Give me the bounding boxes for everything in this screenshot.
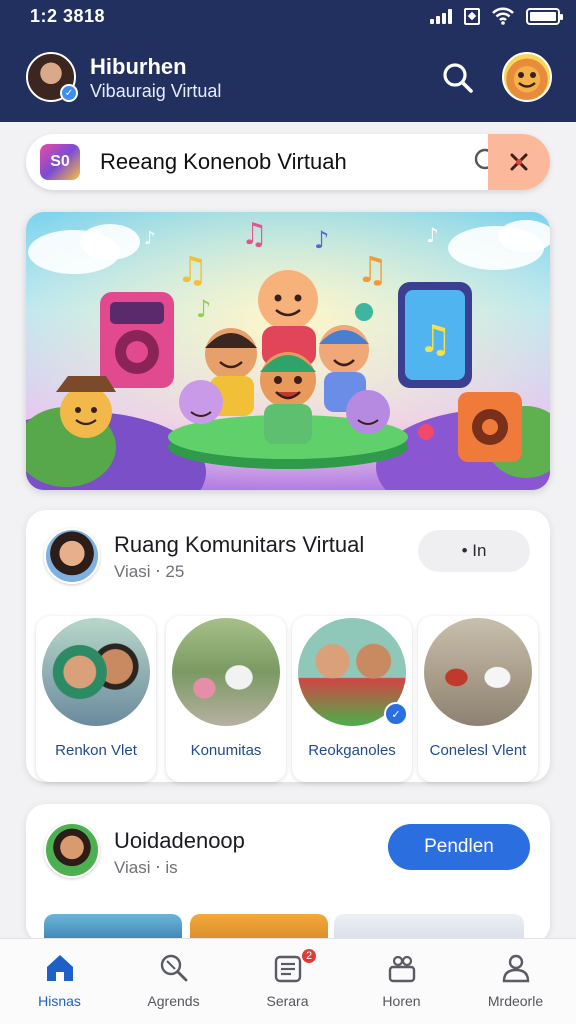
community-subtitle: Viasi ⋅ 25 xyxy=(114,562,185,581)
svg-text:♪: ♪ xyxy=(426,223,439,247)
home-icon xyxy=(47,955,73,981)
page-subtitle: Vibauraig Virtual xyxy=(90,81,222,101)
tile-photo xyxy=(42,618,150,726)
nav-label-group: Horen xyxy=(382,993,421,1009)
svg-text:♪: ♪ xyxy=(196,295,211,323)
join-pill-button[interactable]: • In xyxy=(418,530,530,572)
group-icon xyxy=(388,955,416,983)
nav-item-home[interactable]: Hisnas xyxy=(2,939,117,1024)
community-card[interactable]: Ruang Komunitars Virtual Viasi ⋅ 25 • In… xyxy=(26,510,550,782)
group-subtitle: Viasi ⋅ is xyxy=(114,858,178,877)
profile-avatar[interactable] xyxy=(502,52,552,102)
svg-text:♪: ♪ xyxy=(314,226,329,254)
nav-item-list[interactable]: 2 Serara xyxy=(230,939,345,1024)
app-logo: S0 xyxy=(40,144,80,180)
hero-banner[interactable]: ♫ ♫ ♪ ♫ ♪ ♪ ♪ ♫ xyxy=(26,212,550,490)
svg-text:♫: ♫ xyxy=(176,250,208,291)
community-tile[interactable]: ✓ Reokganoles xyxy=(292,616,412,782)
search-icon[interactable] xyxy=(440,60,476,96)
group-title: Uoidadenoop xyxy=(114,828,245,853)
nav-label-profile: Mrdeorle xyxy=(487,993,544,1009)
nav-label-explore: Agrends xyxy=(147,993,200,1009)
svg-text:♪: ♪ xyxy=(144,228,156,249)
tile-label: Renkon Vlet xyxy=(55,742,137,759)
battery-icon xyxy=(526,7,563,25)
sparkle-button[interactable] xyxy=(488,134,550,190)
profile-icon xyxy=(502,954,530,983)
community-avatar xyxy=(44,528,100,584)
nav-label-list: Serara xyxy=(266,993,309,1009)
status-icons xyxy=(430,7,563,25)
user-avatar[interactable]: ✓ xyxy=(26,52,78,102)
tile-label: Konumitas xyxy=(190,742,262,759)
community-tiles: Renkon Vlet Konumitas ✓ Reokganoles Cone… xyxy=(36,616,548,782)
group-card[interactable]: Uoidadenoop Viasi ⋅ is Pendlen xyxy=(26,804,550,944)
community-title: Ruang Komunitars Virtual xyxy=(114,532,365,557)
sparkle-icon xyxy=(510,153,528,171)
tile-label: Conelesl Vlent xyxy=(429,742,527,759)
group-avatar xyxy=(44,822,100,878)
tile-photo xyxy=(424,618,532,726)
verified-icon: ✓ xyxy=(384,702,408,726)
sim-icon xyxy=(464,7,480,25)
kids-music-illustration: ♫ ♫ ♪ ♫ ♪ ♪ ♪ ♫ xyxy=(26,212,550,490)
wifi-icon xyxy=(492,7,514,25)
nav-label-home: Hisnas xyxy=(38,993,81,1009)
status-time: 1:2 3818 xyxy=(30,6,106,26)
svg-text:♫: ♫ xyxy=(356,250,388,291)
nav-item-profile[interactable]: Mrdeorle xyxy=(458,939,573,1024)
explore-icon xyxy=(160,954,188,982)
community-tile[interactable]: Renkon Vlet xyxy=(36,616,156,782)
svg-text:♫: ♫ xyxy=(241,217,268,252)
tile-photo xyxy=(172,618,280,726)
search-bar[interactable]: S0 Reeang Konenob Virtuah xyxy=(26,134,550,190)
app-header: 1:2 3818 ✓ Hiburhen Vibauraig Virtual xyxy=(0,0,576,122)
search-bar-text[interactable]: Reeang Konenob Virtuah xyxy=(100,149,347,175)
nav-item-group[interactable]: Horen xyxy=(344,939,459,1024)
bottom-nav: Hisnas Agrends 2 Serara Horen Mrdeorle xyxy=(0,938,576,1024)
face-icon xyxy=(518,72,536,88)
signal-icon xyxy=(430,8,452,24)
notification-badge: 2 xyxy=(300,947,318,965)
page-title: Hiburhen xyxy=(90,54,187,79)
nav-item-explore[interactable]: Agrends xyxy=(116,939,231,1024)
svg-text:♫: ♫ xyxy=(418,317,452,361)
community-tile[interactable]: Conelesl Vlent xyxy=(418,616,538,782)
battery-fill xyxy=(530,11,556,21)
tile-label: Reokganoles xyxy=(308,742,396,759)
follow-button[interactable]: Pendlen xyxy=(388,824,530,870)
verified-icon: ✓ xyxy=(60,84,78,102)
community-tile[interactable]: Konumitas xyxy=(166,616,286,782)
